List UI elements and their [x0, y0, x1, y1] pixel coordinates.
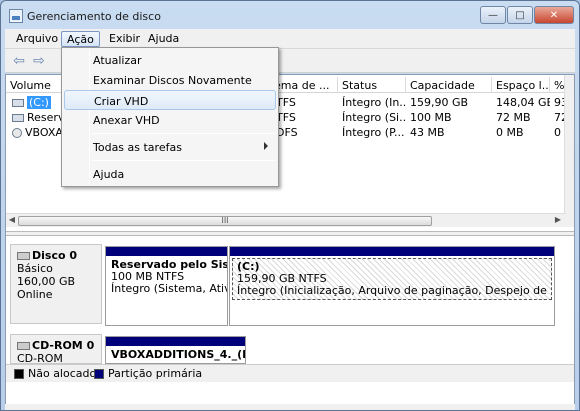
menu-acao[interactable]: Ação [61, 31, 100, 47]
status-bar [5, 404, 575, 410]
capacity-cell: 159,90 GB [410, 96, 469, 109]
title-bar: Gerenciamento de disco — □ ✕ [1, 1, 579, 29]
volume-name: VBOXA [25, 126, 63, 139]
volume-cell: (C:) [8, 95, 68, 110]
column-capacity[interactable]: Capacidade [406, 77, 492, 93]
partition-cdrom[interactable]: VBOXADDITIONS_4._(D:) [105, 336, 246, 364]
forward-arrow-icon[interactable]: ⇨ [30, 53, 48, 69]
fs-cell: TFS [276, 111, 296, 124]
cdrom-0-label[interactable]: CD-ROM 0 CD-ROM [10, 334, 102, 365]
close-icon: ✕ [549, 9, 559, 21]
legend-swatch-primary [94, 369, 104, 379]
fs-cell: TFS [276, 96, 296, 109]
scroll-right-icon[interactable]: ▶ [553, 215, 563, 227]
submenu-arrow-icon [264, 142, 268, 150]
menu-item-examinar-discos[interactable]: Examinar Discos Novamente [64, 70, 276, 90]
cd-drive-icon [17, 342, 30, 350]
cd-drive-icon [12, 128, 22, 138]
partition-c[interactable]: (C:) 159,90 GB NTFS Íntegro (Inicializaç… [229, 246, 555, 326]
menu-separator [92, 160, 276, 161]
maximize-icon: □ [515, 9, 525, 21]
disk-name: Disco 0 [32, 249, 78, 262]
disk-type: Básico [17, 262, 53, 275]
legend-label-primary: Partição primária [108, 367, 203, 380]
scroll-thumb[interactable]: III [18, 216, 432, 226]
hard-disk-icon [17, 252, 30, 260]
disk-size: 160,00 GB [17, 275, 76, 288]
menu-separator [92, 133, 276, 134]
fs-cell: DFS [276, 126, 298, 139]
primary-partition-bar [106, 247, 227, 256]
free-space-cell: 0 MB [496, 126, 524, 139]
menu-item-criar-vhd[interactable]: Criar VHD [64, 90, 276, 110]
partition-status: Íntegro (Sistema, Ativo, [111, 282, 227, 295]
menu-exibir[interactable]: Exibir [104, 31, 145, 47]
disk-0-label[interactable]: Disco 0 Básico 160,00 GB Online [10, 244, 102, 324]
status-cell: Íntegro (Si... [342, 111, 406, 124]
menu-item-ajuda[interactable]: Ajuda [64, 164, 276, 184]
scroll-left-icon[interactable]: ◀ [7, 215, 17, 227]
volume-cell: VBOXA [8, 125, 68, 140]
menu-item-anexar-vhd[interactable]: Anexar VHD [64, 110, 276, 130]
maximize-button[interactable]: □ [507, 6, 533, 24]
capacity-cell: 100 MB [410, 111, 452, 124]
menu-item-todas-as-tarefas[interactable]: Todas as tarefas [64, 137, 276, 157]
volume-cell: Reserva [8, 110, 68, 125]
partition-name: VBOXADDITIONS_4._(D:) [111, 348, 245, 361]
primary-partition-bar [230, 247, 554, 256]
back-arrow-icon[interactable]: ⇦ [10, 53, 28, 69]
primary-partition-bar [106, 337, 245, 346]
legend-swatch-unallocated [14, 369, 24, 379]
column-free-space[interactable]: Espaço l... [492, 77, 550, 93]
menu-ajuda[interactable]: Ajuda [143, 31, 184, 47]
volume-list-vertical-scrollbar[interactable] [564, 75, 574, 227]
partition-reserved[interactable]: Reservado pelo Sistem 100 MB NTFS Íntegr… [105, 246, 228, 326]
menu-item-label: Todas as tarefas [93, 141, 182, 154]
volume-name: (C:) [27, 96, 51, 109]
free-space-cell: 72 MB [496, 111, 531, 124]
free-space-cell: 148,04 GB [496, 96, 550, 109]
menu-item-atualizar[interactable]: Atualizar [64, 50, 276, 70]
window-controls: — □ ✕ [480, 6, 574, 24]
disk-management-icon [9, 9, 23, 23]
action-menu-dropdown: Atualizar Examinar Discos Novamente Cria… [61, 47, 279, 187]
close-button[interactable]: ✕ [534, 6, 574, 24]
volume-icon [12, 114, 24, 122]
disk-name: CD-ROM 0 [32, 339, 95, 352]
volume-icon [12, 99, 24, 107]
legend: Não alocado Partição primária [6, 364, 574, 382]
capacity-cell: 43 MB [410, 126, 445, 139]
column-status[interactable]: Status [338, 77, 406, 93]
disk-state: Online [17, 288, 53, 301]
minimize-button[interactable]: — [480, 6, 506, 24]
status-cell: Íntegro (In... [342, 96, 406, 109]
legend-label-unallocated: Não alocado [28, 367, 97, 380]
menu-bar: Arquivo Ação Exibir Ajuda [5, 29, 575, 49]
partition-status: Íntegro (Inicialização, Arquivo de pagin… [237, 284, 551, 297]
minimize-icon: — [488, 9, 498, 21]
menu-arquivo[interactable]: Arquivo [11, 31, 63, 47]
volume-list-horizontal-scrollbar[interactable]: ◀ III ▶ [6, 213, 566, 227]
status-cell: Íntegro (P... [342, 126, 405, 139]
window-title: Gerenciamento de disco [27, 10, 161, 23]
column-file-system[interactable]: ema de ... [270, 77, 338, 93]
